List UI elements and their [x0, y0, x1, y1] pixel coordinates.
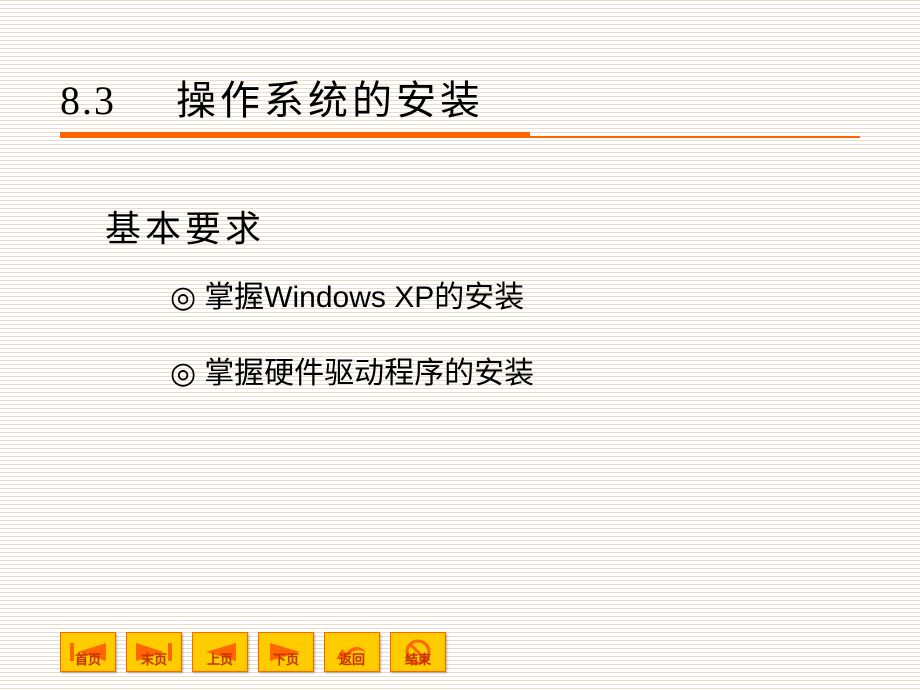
rule-thin — [530, 132, 860, 138]
last-page-button[interactable]: 末页 — [126, 632, 182, 672]
bullet-text: 掌握Windows XP的安装 — [204, 281, 524, 314]
nav-label: 结束 — [391, 649, 445, 668]
nav-label: 下页 — [259, 649, 313, 668]
nav-label: 首页 — [61, 649, 115, 668]
prev-page-button[interactable]: 上页 — [192, 632, 248, 672]
bullet-marker-icon: ◎ — [170, 357, 196, 390]
list-item: ◎掌握Windows XP的安装 — [170, 272, 534, 316]
back-button[interactable]: 返回 — [324, 632, 380, 672]
list-item: ◎掌握硬件驱动程序的安装 — [170, 348, 534, 392]
slide: 8.3 操作系统的安装 基本要求 ◎掌握Windows XP的安装 ◎掌握硬件驱… — [0, 0, 920, 690]
section-number: 8.3 — [60, 77, 116, 124]
title-block: 8.3 操作系统的安装 — [60, 68, 860, 138]
bullet-list: ◎掌握Windows XP的安装 ◎掌握硬件驱动程序的安装 — [170, 272, 534, 424]
subheading: 基本要求 — [105, 200, 265, 252]
next-page-button[interactable]: 下页 — [258, 632, 314, 672]
bullet-marker-icon: ◎ — [170, 281, 196, 314]
rule-thick — [60, 132, 530, 138]
nav-bar: 首页 末页 上页 下页 返回 — [60, 632, 446, 672]
nav-label: 返回 — [325, 649, 379, 668]
title-rule — [60, 132, 860, 138]
section-title: 操作系统的安装 — [176, 68, 484, 126]
title-row: 8.3 操作系统的安装 — [60, 68, 860, 126]
nav-label: 上页 — [193, 649, 247, 668]
bullet-text: 掌握硬件驱动程序的安装 — [204, 357, 534, 390]
first-page-button[interactable]: 首页 — [60, 632, 116, 672]
end-button[interactable]: 结束 — [390, 632, 446, 672]
nav-label: 末页 — [127, 649, 181, 668]
